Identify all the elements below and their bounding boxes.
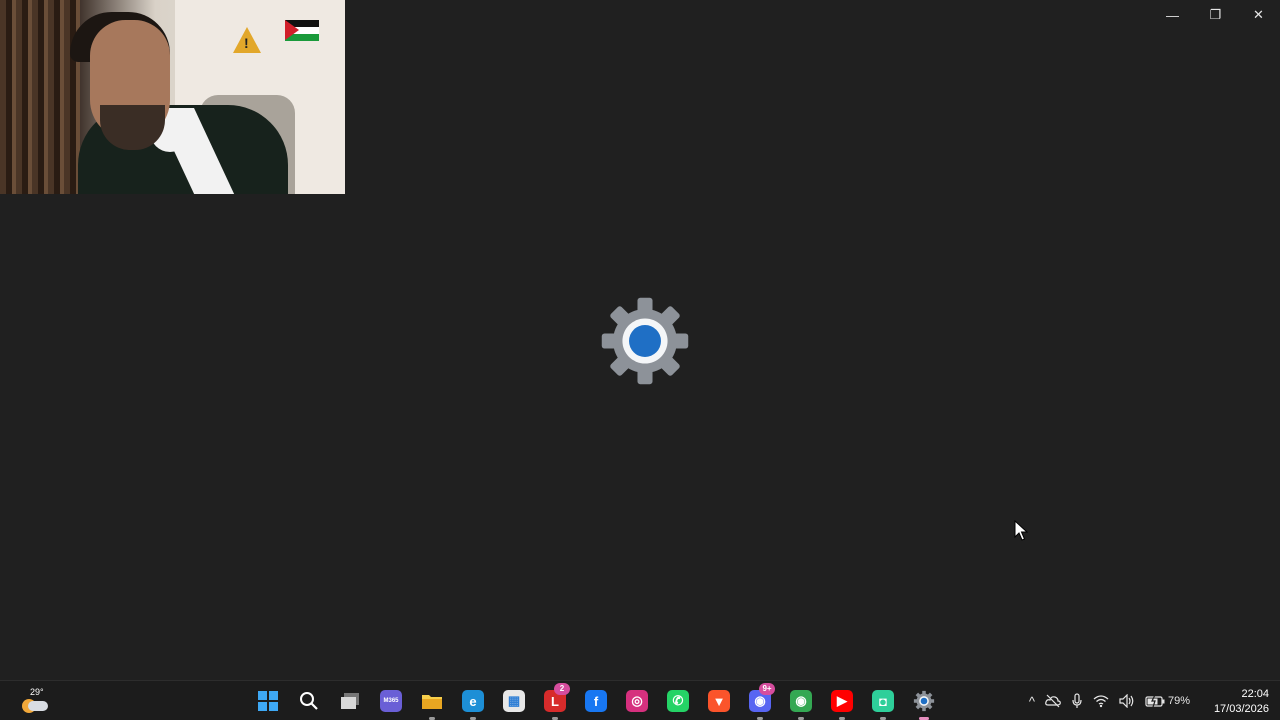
mouse-cursor-icon <box>1014 520 1028 541</box>
taskbar-app-m365[interactable]: M365 <box>375 685 407 717</box>
taskbar-app-edge[interactable]: e <box>457 685 489 720</box>
instagram-icon: ◎ <box>626 690 648 712</box>
clock-time: 22:04 <box>1241 688 1269 700</box>
onedrive-offline-icon[interactable] <box>1045 694 1061 708</box>
system-tray: ^ 79% <box>1029 685 1190 717</box>
taskbar-app-youtube[interactable]: ▶ <box>826 685 858 720</box>
taskbar-app-android-app[interactable]: ◘ <box>867 685 899 720</box>
webcam-overlay: ! <box>0 0 345 194</box>
taskbar-app-whatsapp[interactable]: ✆ <box>662 685 694 717</box>
android-icon: ◘ <box>872 690 894 712</box>
curtain <box>0 0 80 194</box>
taskbar: 29° M365 e ▦ L 2 f ◎ ✆ ▼ ◉ 9+ ◉ ▶ ◘ ^ 79% <box>0 680 1280 720</box>
weather-temp: 29° <box>30 687 44 697</box>
whatsapp-icon: ✆ <box>667 690 689 712</box>
taskbar-apps: M365 e ▦ L 2 f ◎ ✆ ▼ ◉ 9+ ◉ ▶ ◘ <box>252 683 940 720</box>
taskbar-app-search[interactable] <box>293 685 325 717</box>
taskbar-app-facebook[interactable]: f <box>580 685 612 717</box>
brave-icon: ▼ <box>708 690 730 712</box>
taskbar-app-settings[interactable] <box>908 685 940 720</box>
settings-gear-icon <box>601 297 689 385</box>
clock[interactable]: 22:04 17/03/2026 <box>1214 687 1269 717</box>
battery-percent: 79% <box>1167 695 1190 707</box>
clock-date: 17/03/2026 <box>1213 703 1269 715</box>
close-button[interactable]: ✕ <box>1237 0 1280 30</box>
taskbar-app-start[interactable] <box>252 685 284 717</box>
restore-button[interactable]: ❐ <box>1194 0 1237 30</box>
search-icon <box>298 690 320 712</box>
microsoft-365-icon: M365 <box>380 690 402 712</box>
taskbar-app-task-view[interactable] <box>334 685 366 717</box>
microphone-icon[interactable] <box>1071 693 1083 709</box>
taskbar-app-chrome[interactable]: ◉ <box>785 685 817 720</box>
wifi-icon[interactable] <box>1093 694 1109 708</box>
notification-badge: 9+ <box>759 683 775 695</box>
task-view-icon <box>339 690 361 712</box>
facebook-icon: f <box>585 690 607 712</box>
battery-charging-icon <box>1145 695 1165 707</box>
taskbar-app-store[interactable]: ▦ <box>498 685 530 717</box>
battery-indicator[interactable]: 79% <box>1145 695 1190 707</box>
taskbar-app-lapp[interactable]: L2 <box>539 683 571 720</box>
chrome-icon: ◉ <box>790 690 812 712</box>
taskbar-app-brave[interactable]: ▼ <box>703 685 735 717</box>
edge-icon: e <box>462 690 484 712</box>
settings-gear-icon <box>913 690 935 712</box>
folder-icon <box>421 690 443 712</box>
youtube-icon: ▶ <box>831 690 853 712</box>
show-hidden-icons-chevron-icon[interactable]: ^ <box>1029 694 1035 709</box>
windows-start-icon <box>257 690 279 712</box>
minimize-button[interactable]: — <box>1151 0 1194 30</box>
volume-icon[interactable] <box>1119 694 1135 708</box>
palestine-flag-icon <box>285 20 319 41</box>
store-icon: ▦ <box>503 690 525 712</box>
taskbar-app-file-explorer[interactable] <box>416 685 448 720</box>
taskbar-app-instagram[interactable]: ◎ <box>621 685 653 717</box>
weather-widget[interactable]: 29° <box>16 685 50 717</box>
notification-badge: 2 <box>554 683 570 695</box>
window-controls: — ❐ ✕ <box>1151 0 1280 30</box>
taskbar-app-discord[interactable]: ◉ 9+ <box>744 683 776 720</box>
